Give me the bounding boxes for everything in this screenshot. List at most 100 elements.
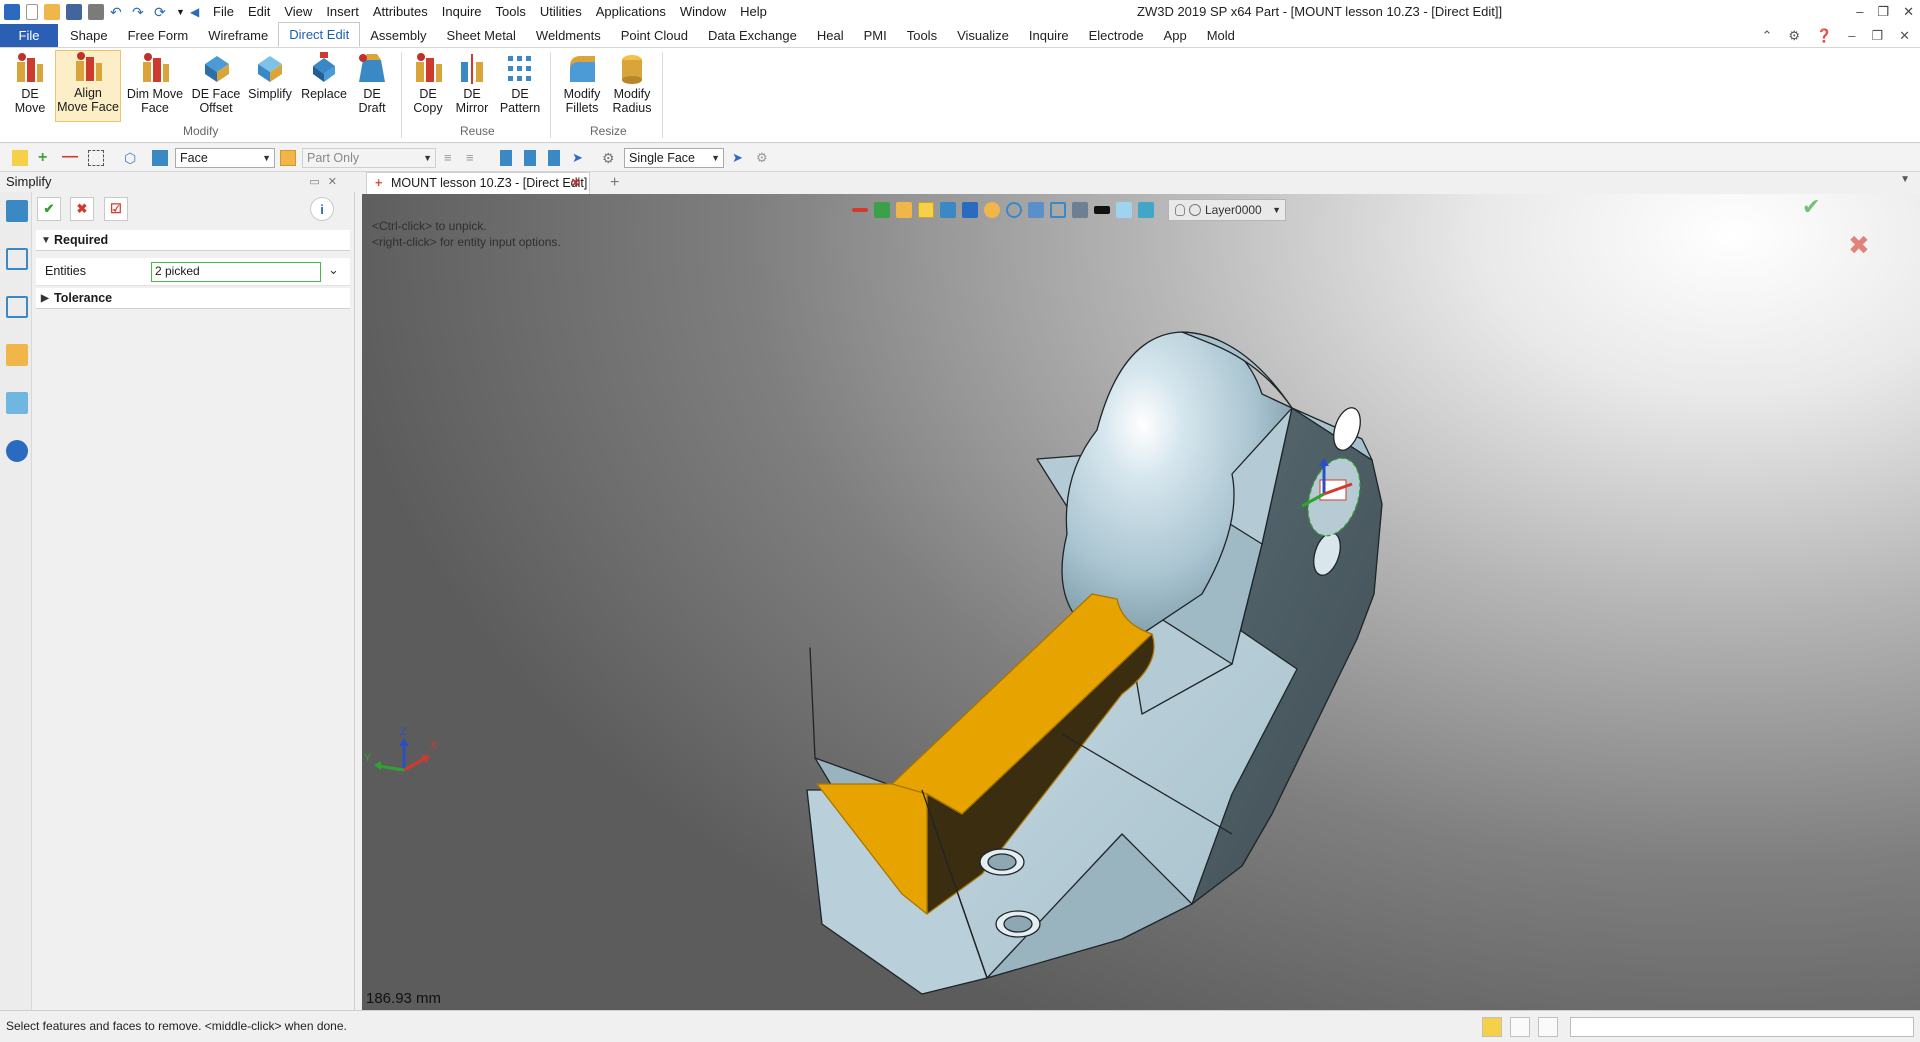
tab-mold[interactable]: Mold — [1197, 24, 1245, 47]
doc-restore-icon[interactable]: ❐ — [1871, 24, 1883, 48]
close-tab-icon[interactable]: ✕ — [571, 173, 581, 194]
user-icon[interactable] — [6, 440, 28, 462]
panel-close-icon[interactable]: ✕ — [328, 176, 345, 188]
status-toggle-icon[interactable] — [1482, 1017, 1502, 1037]
tab-pmi[interactable]: PMI — [854, 24, 897, 47]
info-button[interactable]: i — [310, 197, 334, 221]
tab-free-form[interactable]: Free Form — [118, 24, 199, 47]
tab-wireframe[interactable]: Wireframe — [198, 24, 278, 47]
history-tree-icon[interactable] — [6, 248, 28, 270]
tab-assembly[interactable]: Assembly — [360, 24, 436, 47]
feature-manager-icon[interactable] — [6, 200, 28, 222]
de-face-offset-button[interactable]: DE Face Offset — [190, 52, 242, 115]
new-tab-icon[interactable]: + — [610, 172, 619, 194]
doc-close-icon[interactable]: ✕ — [1899, 24, 1910, 48]
tab-list-icon[interactable]: ▼ — [1900, 174, 1910, 185]
menu-view[interactable]: View — [277, 0, 319, 24]
tab-tools[interactable]: Tools — [897, 24, 947, 47]
print-icon[interactable] — [88, 4, 104, 20]
tolerance-section-header[interactable]: ▶ Tolerance — [36, 288, 350, 309]
view-manager-icon[interactable] — [6, 392, 28, 414]
tab-sheet-metal[interactable]: Sheet Metal — [437, 24, 526, 47]
de-move-button[interactable]: DE Move — [8, 52, 52, 115]
de-mirror-button[interactable]: DE Mirror — [452, 52, 492, 115]
part-icon[interactable] — [6, 344, 28, 366]
minimize-icon[interactable]: – — [1856, 0, 1863, 24]
list-filter3-icon[interactable] — [548, 150, 560, 166]
filter-icon[interactable] — [152, 150, 168, 166]
modify-fillets-button[interactable]: Modify Fillets — [558, 52, 606, 115]
gear-filter-icon[interactable]: ⚙ — [602, 150, 618, 166]
list-filter-icon[interactable] — [500, 150, 512, 166]
pick-options-icon[interactable]: ⚙ — [756, 150, 772, 166]
tab-data-exchange[interactable]: Data Exchange — [698, 24, 807, 47]
replace-button[interactable]: Replace — [300, 52, 348, 101]
menu-attributes[interactable]: Attributes — [366, 0, 435, 24]
remove-icon[interactable]: — — [62, 149, 78, 166]
de-copy-button[interactable]: DE Copy — [408, 52, 448, 115]
list-filter2-icon[interactable] — [524, 150, 536, 166]
tab-weldments[interactable]: Weldments — [526, 24, 611, 47]
menu-file[interactable]: File — [206, 0, 241, 24]
pin-icon[interactable]: ▭ — [309, 176, 327, 188]
tab-shape[interactable]: Shape — [60, 24, 118, 47]
tab-electrode[interactable]: Electrode — [1079, 24, 1154, 47]
dim-move-face-button[interactable]: Dim Move Face — [126, 52, 184, 115]
restore-icon[interactable]: ❐ — [1877, 0, 1889, 24]
help-icon[interactable]: ❓ — [1816, 24, 1832, 48]
customize-dropdown-icon[interactable]: ▼ — [176, 4, 185, 20]
ok-button[interactable]: ✔ — [37, 197, 61, 221]
tab-inquire[interactable]: Inquire — [1019, 24, 1079, 47]
entities-input[interactable]: 2 picked — [151, 262, 321, 282]
modify-radius-button[interactable]: Modify Radius — [608, 52, 656, 115]
save-icon[interactable] — [66, 4, 82, 20]
menu-tools[interactable]: Tools — [489, 0, 533, 24]
command-input[interactable] — [1570, 1017, 1914, 1037]
filter-combo[interactable]: Face ▼ — [175, 148, 275, 168]
redo-icon[interactable]: ↷ — [132, 4, 148, 20]
tab-point-cloud[interactable]: Point Cloud — [611, 24, 698, 47]
expand-list-icon[interactable]: ⌄ — [328, 262, 339, 278]
align-move-face-button[interactable]: Align Move Face — [55, 50, 121, 122]
apply-button[interactable]: ☑ — [104, 197, 128, 221]
menu-utilities[interactable]: Utilities — [533, 0, 589, 24]
shape-filter-icon[interactable]: ⬡ — [124, 150, 140, 166]
cursor-icon[interactable]: ➤ — [572, 150, 588, 166]
close-window-icon[interactable]: ✕ — [1903, 0, 1914, 24]
cancel-button[interactable]: ✖ — [70, 197, 94, 221]
pick-cursor-icon[interactable]: ➤ — [732, 150, 748, 166]
assembly-tree-icon[interactable] — [6, 296, 28, 318]
back-arrow-icon[interactable]: ◀ — [190, 4, 199, 20]
document-tab[interactable]: + MOUNT lesson 10.Z3 - [Direct Edit] ✕ — [366, 172, 590, 194]
pick-mode-icon[interactable] — [12, 150, 28, 166]
required-section-header[interactable]: ▼ Required — [36, 230, 350, 251]
scope-combo[interactable]: Part Only ▼ — [302, 148, 436, 168]
tab-file[interactable]: File — [0, 24, 58, 47]
menu-applications[interactable]: Applications — [589, 0, 673, 24]
undo-icon[interactable]: ↶ — [110, 4, 126, 20]
de-pattern-button[interactable]: DE Pattern — [496, 52, 544, 115]
add-icon[interactable]: + — [38, 150, 54, 166]
box-select-icon[interactable] — [88, 150, 104, 166]
3d-viewport[interactable]: <Ctrl-click> to unpick. <right-click> fo… — [362, 194, 1920, 1010]
collapse-ribbon-icon[interactable]: ⌃ — [1761, 24, 1772, 48]
part-model[interactable] — [362, 194, 1920, 1010]
menu-help[interactable]: Help — [733, 0, 774, 24]
tab-app[interactable]: App — [1154, 24, 1197, 47]
align2-icon[interactable]: ≡ — [466, 150, 482, 166]
open-folder-icon[interactable] — [44, 4, 60, 20]
new-file-icon[interactable] — [26, 4, 38, 20]
pick-mode-combo[interactable]: Single Face ▼ — [624, 148, 724, 168]
align-icon[interactable]: ≡ — [444, 150, 460, 166]
menu-inquire[interactable]: Inquire — [435, 0, 489, 24]
de-draft-button[interactable]: DE Draft — [352, 52, 392, 115]
tab-heal[interactable]: Heal — [807, 24, 854, 47]
regenerate-icon[interactable]: ⟳ — [154, 4, 170, 20]
scope-toggle-icon[interactable] — [280, 150, 296, 166]
menu-insert[interactable]: Insert — [319, 0, 366, 24]
tab-direct-edit[interactable]: Direct Edit — [278, 22, 361, 47]
settings-gear-icon[interactable]: ⚙ — [1788, 24, 1800, 48]
monitor-icon[interactable] — [1510, 1017, 1530, 1037]
window-list-icon[interactable] — [1538, 1017, 1558, 1037]
tab-visualize[interactable]: Visualize — [947, 24, 1019, 47]
